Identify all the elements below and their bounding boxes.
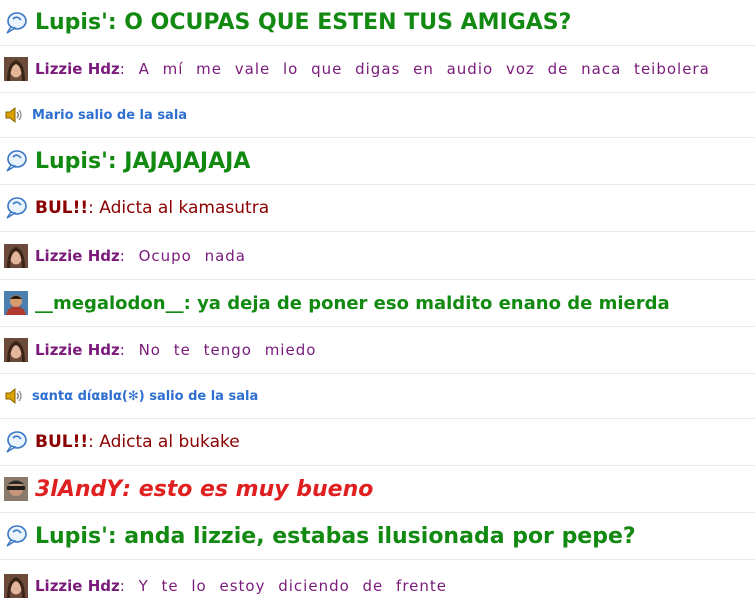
message-text: anda lizzie, estabas ilusionada por pepe…	[124, 523, 636, 549]
message-text: A mí me vale lo que digas en audio voz d…	[138, 60, 710, 78]
chat-message: Lizzie Hdz: No te tengo miedo	[0, 327, 755, 374]
speaker-icon	[4, 105, 24, 125]
message-separator: :	[119, 577, 139, 595]
chat-message: Lizzie Hdz: Y te lo estoy diciendo de fr…	[0, 560, 755, 612]
bubble-icon	[4, 196, 28, 220]
chat-message: BUL!!: Adicta al bukake	[0, 419, 755, 466]
message-nick[interactable]: Lupis'	[35, 524, 108, 549]
avatar-lizzie-icon[interactable]	[4, 338, 28, 362]
chat-log: Lupis': O OCUPAS QUE ESTEN TUS AMIGAS? L…	[0, 0, 755, 607]
avatar-lizzie-icon[interactable]	[4, 57, 28, 81]
message-separator: :	[107, 10, 125, 35]
message-text: No te tengo miedo	[138, 341, 317, 359]
message-text: sαntα díαвlα(✻) salio de la sala	[32, 388, 259, 404]
message-nick[interactable]: __megalodon__	[35, 293, 184, 314]
message-separator: :	[119, 60, 139, 78]
message-separator: :	[107, 523, 125, 549]
message-separator: :	[88, 198, 100, 218]
avatar-lizzie-icon[interactable]	[4, 574, 28, 598]
system-message: sαntα díαвlα(✻) salio de la sala	[0, 374, 755, 419]
message-separator: :	[119, 246, 139, 265]
message-separator: :	[88, 432, 100, 452]
chat-message: __megalodon__: ya deja de poner eso mald…	[0, 280, 755, 327]
message-text: Adicta al kamasutra	[99, 198, 270, 218]
message-text: esto es muy bueno	[138, 476, 374, 502]
message-text: Y te lo estoy diciendo de frente	[138, 577, 448, 595]
chat-message: 3lAndY: esto es muy bueno	[0, 466, 755, 513]
message-nick[interactable]: 3lAndY	[35, 477, 122, 502]
bubble-icon	[4, 11, 28, 35]
message-nick[interactable]: BUL!!	[35, 432, 88, 452]
chat-message: Lupis': anda lizzie, estabas ilusionada …	[0, 513, 755, 560]
avatar-lizzie-icon[interactable]	[4, 243, 28, 268]
message-separator: :	[107, 148, 125, 174]
system-message: Mario salio de la sala	[0, 93, 755, 138]
message-text: ya deja de poner eso maldito enano de mi…	[197, 292, 670, 314]
speaker-icon	[4, 386, 24, 406]
message-text: Mario salio de la sala	[32, 107, 188, 123]
message-text: JAJAJAJAJA	[124, 148, 251, 174]
message-separator: :	[119, 341, 139, 359]
message-text: Adicta al bukake	[99, 432, 240, 452]
message-nick[interactable]: Lizzie Hdz	[35, 577, 120, 595]
chat-message: Lupis': JAJAJAJAJA	[0, 138, 755, 185]
bubble-icon	[4, 149, 28, 173]
message-separator: :	[183, 292, 198, 314]
message-nick[interactable]: Lizzie Hdz	[35, 341, 120, 359]
bubble-icon	[4, 524, 28, 548]
message-nick[interactable]: Lupis'	[35, 10, 108, 35]
message-nick[interactable]: Lizzie Hdz	[35, 247, 120, 265]
chat-message: Lupis': O OCUPAS QUE ESTEN TUS AMIGAS?	[0, 0, 755, 46]
chat-message: BUL!!: Adicta al kamasutra	[0, 185, 755, 232]
message-nick[interactable]: Lizzie Hdz	[35, 60, 120, 78]
message-nick[interactable]: Lupis'	[35, 149, 108, 174]
message-separator: :	[122, 476, 139, 502]
message-nick[interactable]: BUL!!	[35, 198, 88, 218]
bubble-icon	[4, 430, 28, 454]
avatar-3landy-icon[interactable]	[4, 477, 28, 501]
message-text: Ocupo nada	[138, 246, 247, 265]
avatar-megalodon-icon[interactable]	[4, 291, 28, 315]
message-text: O OCUPAS QUE ESTEN TUS AMIGAS?	[124, 10, 572, 35]
chat-message: Lizzie Hdz: A mí me vale lo que digas en…	[0, 46, 755, 93]
chat-message: Lizzie Hdz: Ocupo nada	[0, 232, 755, 280]
